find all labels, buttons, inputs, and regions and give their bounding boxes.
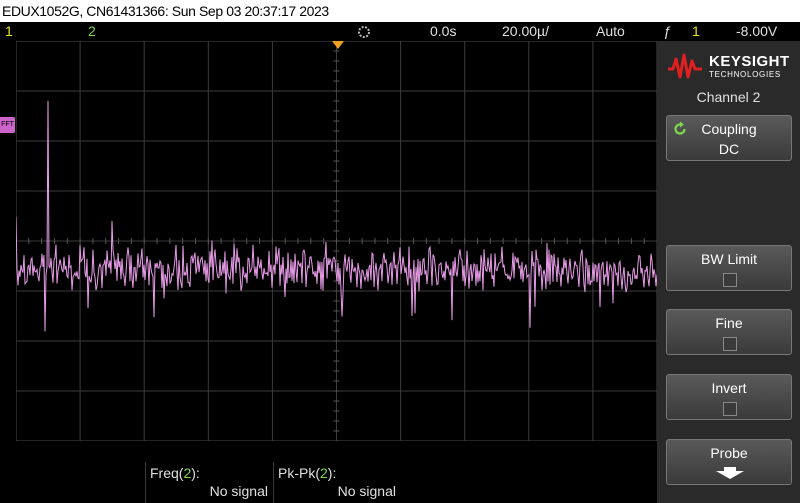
delay-readout: 0.0s [430, 23, 457, 39]
fine-softkey[interactable]: Fine [666, 309, 792, 355]
status-bar: 1 2 0.0s 20.00µ/ Auto ƒ 1 -8.00V [0, 22, 800, 41]
invert-checkbox[interactable] [723, 402, 737, 416]
brand-sub: TECHNOLOGIES [709, 70, 781, 79]
keysight-wave-icon [668, 53, 702, 79]
trigger-mode: Auto [596, 23, 625, 39]
probe-label: Probe [710, 445, 748, 461]
coupling-value: DC [718, 141, 740, 157]
fine-checkbox[interactable] [723, 337, 737, 351]
channel-1-indicator[interactable]: 1 [5, 22, 13, 41]
freq-value: No signal [209, 483, 268, 499]
pkpk-label: Pk-Pk( [278, 465, 320, 481]
pkpk-value: No signal [337, 483, 396, 499]
pkpk-measurement[interactable]: Pk-Pk(2): No signal [273, 462, 402, 503]
invert-label: Invert [711, 380, 747, 396]
timebase-readout: 20.00µ/ [502, 23, 549, 39]
brand-name: KEYSIGHT [709, 53, 790, 70]
bw-limit-label: BW Limit [701, 251, 757, 267]
softkey-panel: KEYSIGHT TECHNOLOGIES Channel 2 Coupling… [657, 41, 800, 503]
invert-softkey[interactable]: Invert [666, 374, 792, 420]
probe-softkey[interactable]: Probe [666, 439, 792, 485]
bw-limit-checkbox[interactable] [723, 273, 737, 287]
coupling-softkey[interactable]: Coupling DC [666, 115, 792, 161]
menu-title: Channel 2 [696, 89, 761, 105]
title-bar: EDUX1052G, CN61431366: Sun Sep 03 20:37:… [0, 0, 800, 22]
freq-measurement[interactable]: Freq(2): No signal [145, 462, 274, 503]
keysight-logo: KEYSIGHT TECHNOLOGIES [667, 49, 797, 83]
trigger-edge-icon: ƒ [663, 23, 671, 39]
coupling-label: Coupling [701, 121, 757, 137]
horizontal-position-icon [357, 25, 371, 39]
waveform-display[interactable] [16, 41, 657, 441]
pkpk-label-end: ): [327, 465, 337, 481]
bw-limit-softkey[interactable]: BW Limit [666, 245, 792, 291]
measurement-bar: Freq(2): No signal Pk-Pk(2): No signal [0, 441, 657, 503]
freq-label-end: ): [191, 465, 200, 481]
fine-label: Fine [715, 315, 743, 331]
fft-ground-marker[interactable]: FFT [0, 117, 15, 133]
trigger-level: -8.00V [736, 23, 778, 39]
channel-2-indicator[interactable]: 2 [88, 22, 96, 41]
pkpk-channel: 2 [320, 465, 328, 481]
submenu-arrow-icon [716, 467, 744, 479]
freq-label: Freq( [150, 465, 184, 481]
trigger-source: 1 [692, 23, 700, 39]
